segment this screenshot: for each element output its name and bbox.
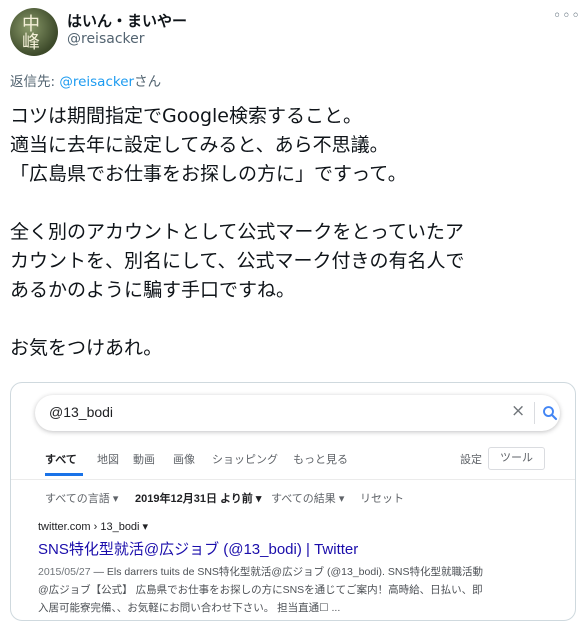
filter-date: 2019年12月31日 より前 ▾: [135, 493, 262, 505]
tab-more: もっと見る: [293, 454, 348, 466]
reply-suffix: さん: [134, 74, 162, 90]
tab-shopping: ショッピング: [212, 454, 278, 466]
avatar-text: 中峰: [19, 14, 40, 50]
tweet-text: コツは期間指定でGoogle検索すること。 適当に去年に設定してみると、あら不思…: [10, 102, 575, 363]
tweet-line: 「広島県でお仕事をお探しの方に」ですって。: [10, 163, 407, 185]
active-tab-indicator: [45, 473, 83, 476]
divider: [534, 402, 535, 424]
search-query: @13_bodi: [49, 404, 114, 420]
avatar[interactable]: 中峰: [10, 8, 58, 56]
filter-reset: リセット: [360, 493, 404, 505]
tools-button: ツール: [488, 447, 545, 470]
reply-handle-link[interactable]: @reisacker: [59, 74, 134, 90]
settings-link: 設定: [460, 454, 482, 466]
author-handle[interactable]: @reisacker: [67, 31, 145, 47]
tab-all: すべて: [45, 454, 77, 466]
reply-to: 返信先: @reisackerさん: [10, 70, 161, 90]
result-date: 2015/05/27: [38, 566, 91, 578]
tab-maps: 地図: [97, 454, 119, 466]
divider: [11, 479, 575, 480]
more-options-icon[interactable]: ◦◦◦: [553, 8, 579, 24]
clear-icon: ×: [511, 401, 526, 421]
snippet-text: @広ジョブ【公式】 広島県でお仕事をお探しの方にSNSを通じてご案内！高時給、日…: [38, 584, 483, 596]
snippet-text: 入居可能寮完備、、お気軽にお問い合わせ下さい。 担当直通☐ ...: [38, 602, 341, 614]
snippet-text: — Els darrers tuits de SNS特化型就活@広ジョブ (@1…: [90, 566, 483, 578]
filter-language: すべての言語 ▾: [45, 493, 119, 505]
tweet-line: カウントを、別名にして、公式マーク付きの有名人で: [10, 250, 465, 272]
attached-screenshot[interactable]: @13_bodi × すべて 地図 動画 画像 ショッピング もっと見る 設定 …: [10, 382, 576, 621]
result-snippet: 2015/05/27 — Els darrers tuits de SNS特化型…: [38, 563, 538, 617]
tweet-line: あるかのように騙す手口ですね。: [10, 279, 296, 301]
search-icon: [543, 406, 558, 421]
google-search-box: @13_bodi ×: [35, 395, 560, 431]
tab-images: 画像: [173, 454, 195, 466]
result-title: SNS特化型就活@広ジョブ (@13_bodi) | Twitter: [38, 541, 359, 558]
tab-videos: 動画: [133, 454, 155, 466]
tweet-line: 適当に去年に設定してみると、あら不思議。: [10, 134, 389, 156]
reply-prefix: 返信先:: [10, 74, 60, 90]
tweet-line: 全く別のアカウントとして公式マークをとっていたア: [10, 221, 464, 243]
author-name[interactable]: はいん・まいやー: [67, 10, 187, 31]
result-url: twitter.com › 13_bodi ▾: [38, 521, 149, 533]
tweet-line: コツは期間指定でGoogle検索すること。: [10, 105, 363, 127]
filter-results: すべての結果 ▾: [271, 493, 345, 505]
tweet-line: お気をつけあれ。: [10, 337, 163, 359]
